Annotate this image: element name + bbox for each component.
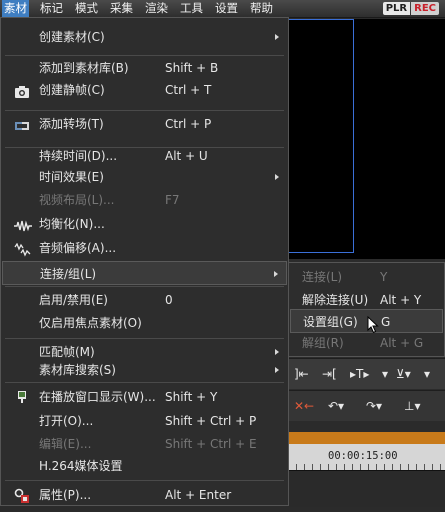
menu-separator: [5, 338, 284, 339]
edit-toolbar: ]⇤ ⇥[ ▸T▸ ▾ ⊻▾ ▾: [288, 358, 445, 389]
menu-item-bin-search[interactable]: 素材库搜索(S): [2, 358, 287, 382]
timecode-label: 00:00:15:00: [328, 450, 398, 462]
menu-capture[interactable]: 采集: [108, 0, 135, 17]
audio-offset-icon: [14, 241, 31, 257]
menu-mode[interactable]: 模式: [73, 0, 100, 17]
menu-item-label: 素材库搜索(S): [39, 363, 116, 377]
menu-item-label: H.264媒体设置: [39, 459, 123, 473]
menu-item-show-in-player[interactable]: 在播放窗口显示(W)... Shift + Y: [2, 385, 287, 409]
menu-item-video-layout: 视频布局(L)... F7: [2, 188, 287, 212]
menu-item-shortcut: Shift + Ctrl + P: [165, 414, 257, 428]
menu-clip[interactable]: 素材: [2, 0, 29, 17]
submenu-arrow-icon: [275, 349, 279, 355]
menu-item-shortcut: Alt + Enter: [165, 488, 232, 502]
menu-item-label: 启用/禁用(E): [39, 293, 108, 307]
menu-item-label: 视频布局(L)...: [39, 193, 115, 207]
transition-icon: [14, 117, 30, 131]
menu-item-label: 连接/组(L): [40, 267, 97, 281]
menu-item-shortcut: Shift + B: [165, 61, 219, 75]
menu-item-shortcut: Ctrl + T: [165, 83, 212, 97]
mouse-cursor-icon: [367, 315, 379, 337]
menu-item-create-clip[interactable]: 创建素材(C): [2, 25, 287, 49]
submenu-arrow-icon: [275, 367, 279, 373]
marker-icon[interactable]: ⊥▾: [404, 396, 420, 416]
menu-item-label: 创建素材(C): [39, 30, 105, 44]
menu-item-enable-disable[interactable]: 启用/禁用(E) 0: [2, 288, 287, 312]
menu-render[interactable]: 渲染: [143, 0, 170, 17]
menu-item-audio-offset[interactable]: 音频偏移(A)...: [2, 236, 287, 260]
menu-tools[interactable]: 工具: [178, 0, 205, 17]
clip-menu: 创建素材(C) 添加到素材库(B) Shift + B 创建静帧(C) Ctrl…: [0, 17, 289, 506]
menu-item-enable-focus-only[interactable]: 仅启用焦点素材(O): [2, 311, 287, 335]
menu-item-add-to-bin[interactable]: 添加到素材库(B) Shift + B: [2, 56, 287, 80]
menu-marker[interactable]: 标记: [38, 0, 65, 17]
menu-item-open[interactable]: 打开(O)... Shift + Ctrl + P: [2, 409, 287, 433]
menu-help[interactable]: 帮助: [248, 0, 275, 17]
menu-settings[interactable]: 设置: [213, 0, 240, 17]
menu-item-shortcut: Alt + G: [380, 336, 424, 350]
menu-item-shortcut: 0: [165, 293, 173, 307]
plr-label[interactable]: PLR: [382, 2, 411, 15]
submenu-arrow-icon: [275, 34, 279, 40]
redo-icon[interactable]: ↷▾: [366, 396, 382, 416]
timeline-range-bar[interactable]: [288, 432, 445, 444]
menu-item-label: 音频偏移(A)...: [39, 241, 117, 255]
menu-item-label: 解组(R): [302, 336, 344, 350]
properties-icon: [14, 488, 30, 503]
menu-item-h264-settings[interactable]: H.264媒体设置: [2, 454, 287, 478]
menu-item-add-transition[interactable]: 添加转场(T) Ctrl + P: [2, 112, 287, 136]
menu-item-shortcut: Y: [380, 270, 388, 284]
waveform-icon: [14, 217, 32, 232]
timeline-track[interactable]: [288, 470, 445, 507]
monitor-icon: [14, 390, 30, 404]
undo-icon[interactable]: ↶▾: [328, 396, 344, 416]
submenu-arrow-icon: [275, 174, 279, 180]
delete-icon[interactable]: ✕←: [294, 396, 314, 416]
timeline-ruler[interactable]: 00:00:15:00: [288, 444, 445, 470]
overwrite-mode-icon[interactable]: ▾: [424, 364, 430, 384]
menu-item-label: 打开(O)...: [39, 414, 94, 428]
menu-item-shortcut: Shift + Y: [165, 390, 218, 404]
submenu-arrow-icon: [274, 271, 278, 277]
insert-mode-icon[interactable]: ⊻▾: [396, 364, 411, 384]
split-icon[interactable]: ▸T▸: [350, 364, 369, 384]
menu-item-label: 仅启用焦点素材(O): [39, 316, 142, 330]
submenu-item-link: 连接(L) Y: [290, 265, 443, 289]
rec-label[interactable]: REC: [411, 2, 439, 15]
in-point-icon[interactable]: ]⇤: [294, 364, 309, 384]
menu-item-label: 添加到素材库(B): [39, 61, 129, 75]
out-point-icon[interactable]: ⇥[: [322, 364, 337, 384]
camera-icon: [14, 83, 30, 98]
timeline-toolbar: ✕← ↶▾ ↷▾ ⊥▾: [288, 390, 445, 421]
menu-separator: [5, 286, 284, 287]
plr-rec-switch[interactable]: PLR REC: [382, 2, 439, 15]
menu-separator: [5, 480, 284, 481]
split-dropdown-icon[interactable]: ▾: [382, 364, 388, 384]
menu-item-link-group[interactable]: 连接/组(L): [2, 261, 287, 285]
menu-item-properties[interactable]: 属性(P)... Alt + Enter: [2, 483, 287, 507]
menu-item-label: 连接(L): [302, 270, 343, 284]
preview-window: [288, 19, 354, 253]
menu-item-label: 编辑(E)...: [39, 437, 92, 451]
menu-item-edit: 编辑(E)... Shift + Ctrl + E: [2, 432, 287, 456]
menu-item-shortcut: Shift + Ctrl + E: [165, 437, 257, 451]
menu-bar: 素材 标记 模式 采集 渲染 工具 设置 帮助 PLR REC: [0, 0, 445, 18]
menu-item-label: 在播放窗口显示(W)...: [39, 390, 156, 404]
menu-item-label: 添加转场(T): [39, 117, 104, 131]
menu-item-shortcut: F7: [165, 193, 180, 207]
menu-item-label: 属性(P)...: [39, 488, 92, 502]
menu-separator: [5, 382, 284, 383]
menu-separator: [5, 110, 284, 111]
link-group-submenu: 连接(L) Y 解除连接(U) Alt + Y 设置组(G) G 解组(R) A…: [288, 262, 445, 357]
menu-item-equalize[interactable]: 均衡化(N)...: [2, 212, 287, 236]
menu-item-label: 均衡化(N)...: [39, 217, 105, 231]
menu-item-create-still[interactable]: 创建静帧(C) Ctrl + T: [2, 78, 287, 102]
menu-item-label: 创建静帧(C): [39, 83, 105, 97]
menu-item-shortcut: Ctrl + P: [165, 117, 212, 131]
menu-item-label: 时间效果(E): [39, 170, 104, 184]
menu-item-time-effect[interactable]: 时间效果(E): [2, 165, 287, 189]
